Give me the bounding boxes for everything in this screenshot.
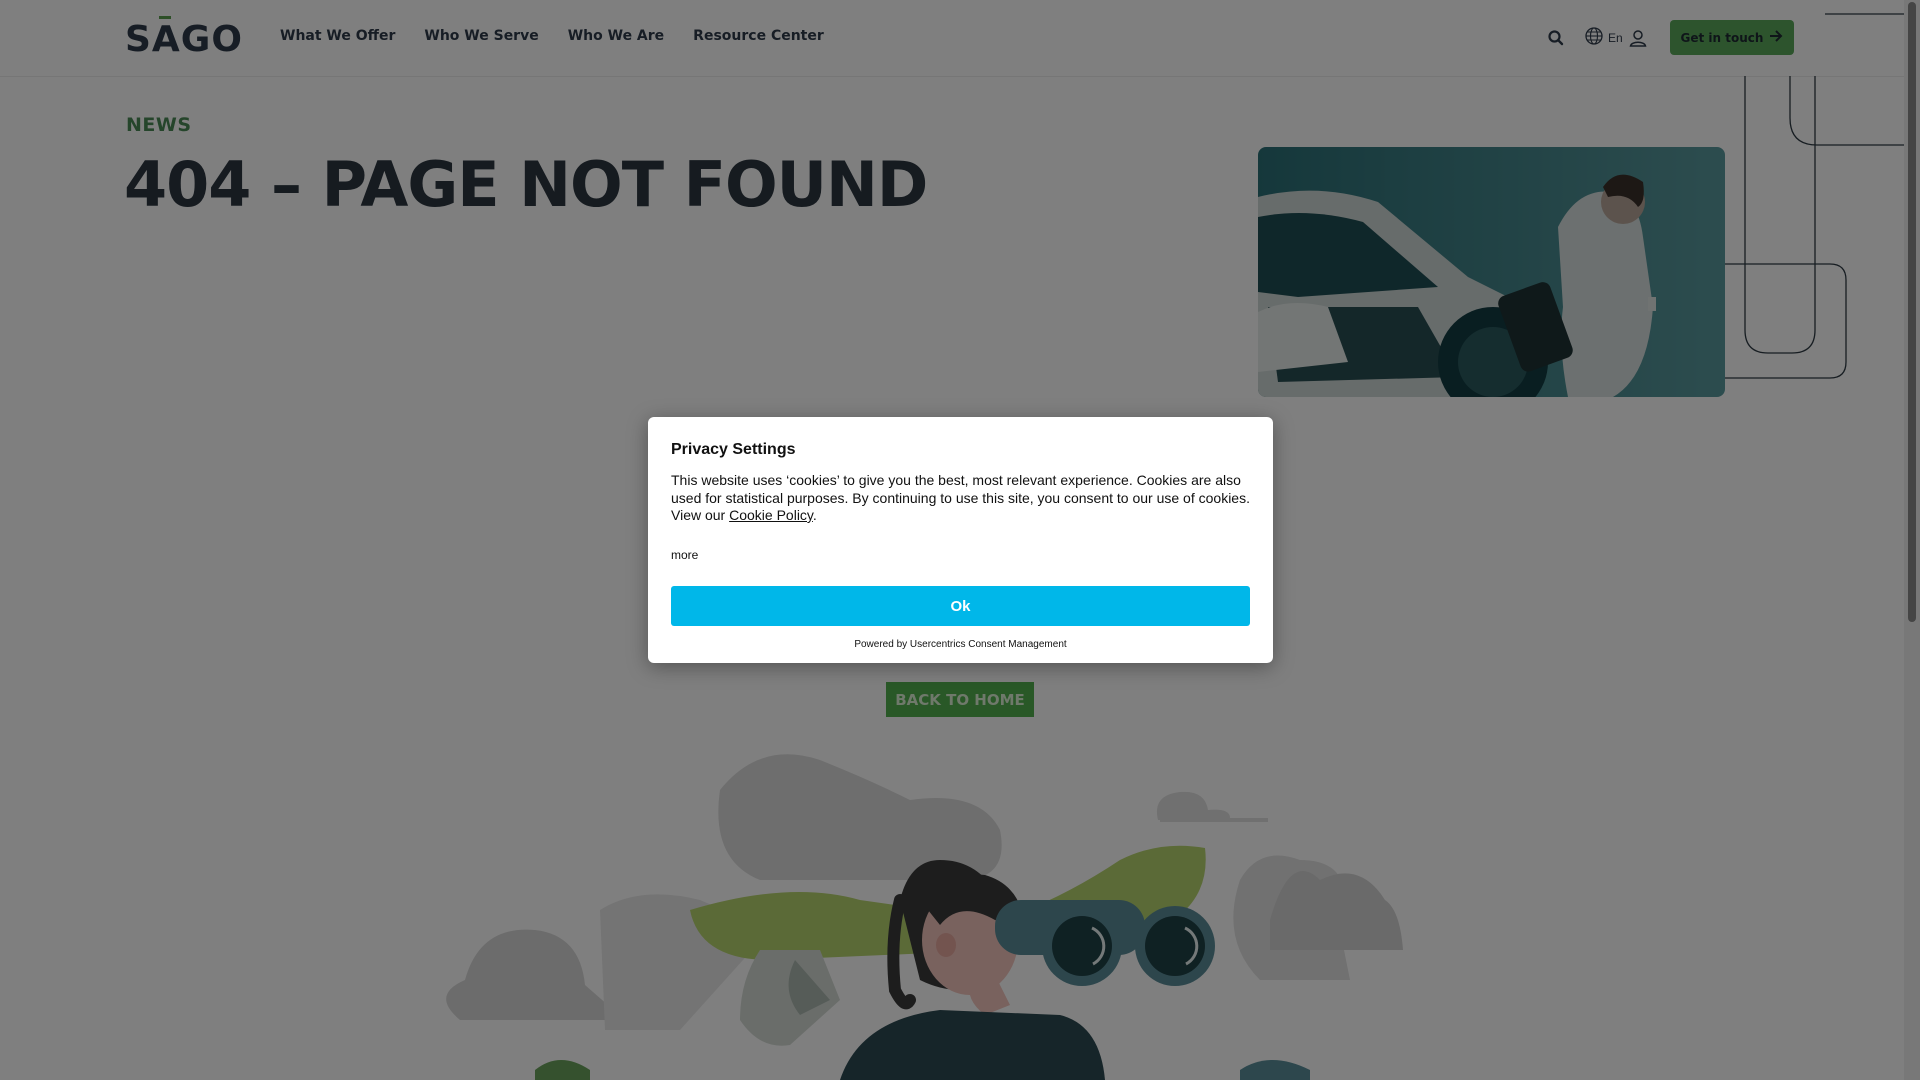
dialog-body: This website uses ‘cookies’ to give you … (671, 472, 1251, 525)
powered-by-text: Powered by Usercentrics Consent Manageme… (854, 639, 1067, 650)
cookie-policy-link[interactable]: Cookie Policy (729, 507, 813, 523)
ok-label: Ok (950, 597, 971, 615)
dialog-body-end: . (812, 507, 817, 523)
privacy-settings-dialog: Privacy Settings This website uses ‘cook… (648, 417, 1273, 663)
more-link[interactable]: more (671, 548, 698, 562)
dialog-title: Privacy Settings (671, 441, 796, 458)
ok-button[interactable]: Ok (671, 586, 1250, 626)
